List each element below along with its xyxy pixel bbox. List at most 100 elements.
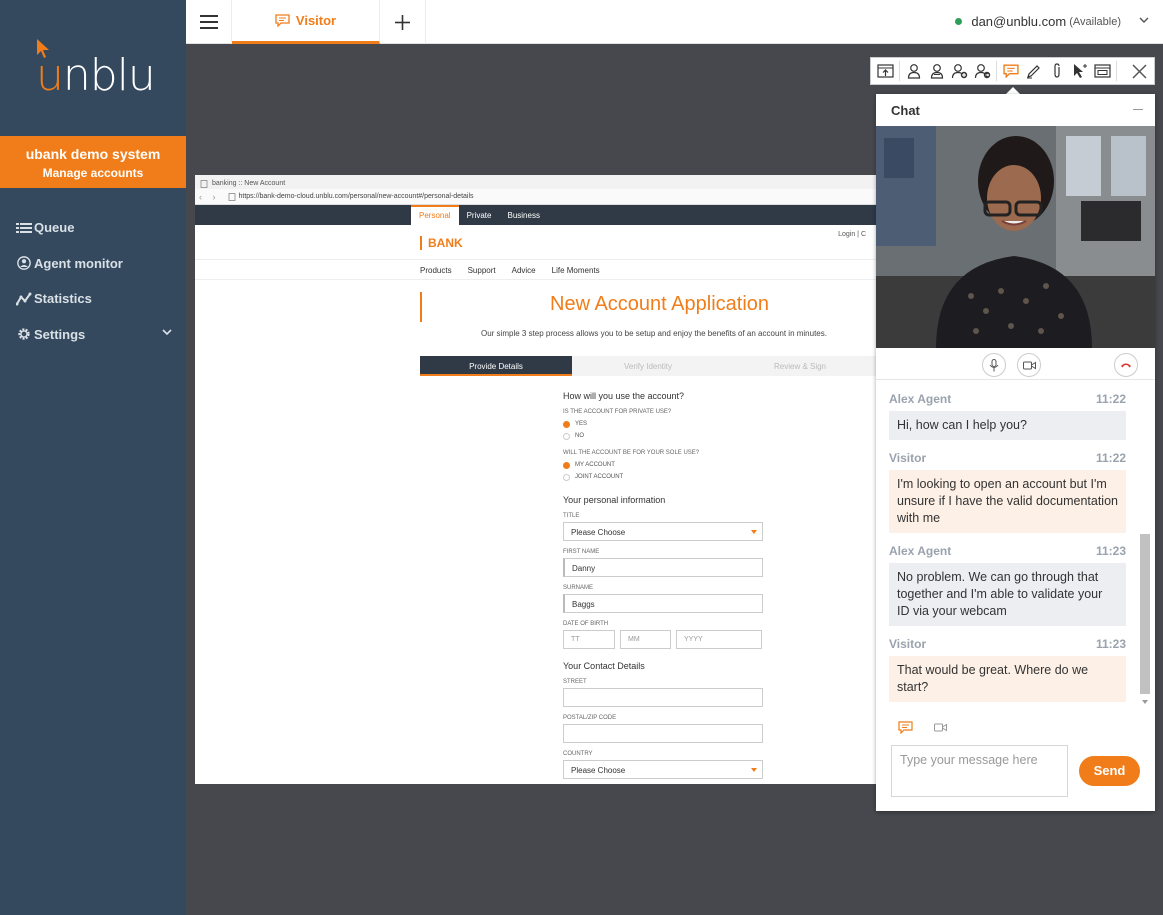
radio-joint-account[interactable]: JOINT ACCOUNT <box>563 471 763 483</box>
paperclip-icon <box>1053 63 1060 78</box>
video-camera-icon <box>1022 361 1036 369</box>
site-logo[interactable]: BANK <box>420 236 463 250</box>
step-indicator: Provide Details Verify Identity Review &… <box>420 356 876 376</box>
step-review-sign: Review & Sign <box>724 356 876 376</box>
postal-label: Postal/Zip code <box>563 715 617 721</box>
chat-toggle-button[interactable] <box>999 58 1022 84</box>
statistics-icon <box>16 292 32 306</box>
video-image <box>876 126 1155 348</box>
message-time: 11:23 <box>1095 544 1126 558</box>
browser-nav-arrows-icon: ‹ › <box>199 191 220 202</box>
site-menu-advice[interactable]: Advice <box>512 266 536 275</box>
chat-pointer <box>1006 87 1020 94</box>
hamburger-icon <box>199 15 218 29</box>
message-input[interactable]: Type your message here <box>891 745 1068 797</box>
page-intro: Our simple 3 step process allows you to … <box>481 329 827 338</box>
radio-my-account[interactable]: MY ACCOUNT <box>563 459 763 471</box>
message-text: I'm looking to open an account but I'm u… <box>889 470 1126 533</box>
dropdown-caret-icon <box>751 530 757 534</box>
country-select[interactable]: Please Choose <box>563 760 763 779</box>
user-email: dan@unblu.com <box>971 14 1067 29</box>
video-camera-icon[interactable] <box>933 723 948 732</box>
radio-yes[interactable]: YES <box>563 418 763 430</box>
gear-icon <box>18 328 30 340</box>
site-menu-life-moments[interactable]: Life Moments <box>552 266 600 275</box>
remote-control-button[interactable] <box>1068 58 1091 84</box>
share-screen-button[interactable] <box>874 58 897 84</box>
message-list: Alex Agent 11:22 Hi, how can I help you? … <box>876 382 1155 710</box>
menu-button[interactable] <box>186 0 232 44</box>
site-tab-personal[interactable]: Personal <box>411 205 459 225</box>
site-menu-support[interactable]: Support <box>468 266 496 275</box>
send-button[interactable]: Send <box>1079 756 1140 786</box>
chat-panel: Chat Alex Agent 11:22 Hi, how can I help… <box>876 94 1155 811</box>
attach-file-button[interactable] <box>1045 58 1068 84</box>
collaboration-toolbar <box>870 57 1155 85</box>
org-banner[interactable]: ubank demo system Manage accounts <box>0 136 186 188</box>
private-use-label: Is the account for private use? <box>563 409 672 415</box>
street-label: Street <box>563 679 587 685</box>
user-status[interactable]: dan@unblu.com (Available) <box>955 14 1121 29</box>
chat-scrollbar[interactable] <box>1140 534 1150 694</box>
cobrowse-view[interactable]: banking :: New Account ‹ › https://bank-… <box>195 175 876 784</box>
dob-day-field[interactable]: TT <box>563 630 615 649</box>
chevron-down-icon[interactable] <box>1139 17 1149 23</box>
compose-toolbar <box>876 713 1155 743</box>
status-dot <box>955 18 963 25</box>
person-icon <box>907 64 920 79</box>
title-select[interactable]: Please Choose <box>563 522 763 541</box>
dob-month-field[interactable]: MM <box>620 630 671 649</box>
camera-button[interactable] <box>1017 353 1041 377</box>
chat-bubble-icon <box>275 14 290 27</box>
scroll-down-icon[interactable] <box>1142 700 1148 704</box>
mute-button[interactable] <box>982 353 1006 377</box>
chat-message: Visitor 11:23 That would be great. Where … <box>889 637 1126 702</box>
screenshot-button[interactable] <box>1091 58 1114 84</box>
annotate-button[interactable] <box>1022 58 1045 84</box>
close-session-button[interactable] <box>1128 58 1151 84</box>
site-tab-private[interactable]: Private <box>459 205 500 225</box>
dob-label: Date of birth <box>563 621 609 627</box>
site-menu-products[interactable]: Products <box>420 266 452 275</box>
dob-year-field[interactable]: YYYY <box>676 630 762 649</box>
site-tab-business[interactable]: Business <box>499 205 547 225</box>
surname-field[interactable]: Baggs <box>563 594 763 613</box>
message-time: 11:22 <box>1095 451 1126 465</box>
account-form: How will you use the account? Is the acc… <box>563 391 763 784</box>
participant-button[interactable] <box>902 58 925 84</box>
video-feed <box>876 126 1155 348</box>
sidebar: unblu ubank demo system Manage accounts … <box>0 0 186 915</box>
visitor-info-button[interactable] <box>925 58 948 84</box>
step-provide-details: Provide Details <box>420 356 572 376</box>
sidebar-item-statistics[interactable]: Statistics <box>16 281 174 317</box>
pointer-icon <box>1073 64 1087 78</box>
hang-up-button[interactable] <box>1114 353 1138 377</box>
surname-label: Surname <box>563 585 594 591</box>
site-login-link[interactable]: Login | C <box>838 231 866 238</box>
first-name-label: First name <box>563 549 600 555</box>
message-text: That would be great. Where do we start? <box>889 656 1126 702</box>
org-subtitle: Manage accounts <box>42 166 144 180</box>
radio-no[interactable]: NO <box>563 430 763 442</box>
browser-title-text: banking :: New Account <box>212 180 286 187</box>
contact-heading: Your Contact Details <box>563 661 645 671</box>
street-field[interactable] <box>563 688 763 707</box>
sidebar-item-label: Settings <box>34 326 86 342</box>
sidebar-item-settings[interactable]: Settings <box>16 317 174 353</box>
tab-visitor[interactable]: Visitor <box>232 0 380 44</box>
sidebar-item-label: Queue <box>34 220 75 236</box>
minimize-icon[interactable] <box>1133 109 1143 110</box>
chat-title: Chat <box>891 103 920 118</box>
sidebar-item-queue[interactable]: Queue <box>16 210 174 246</box>
chat-bubble-icon[interactable] <box>898 721 913 734</box>
postal-field[interactable] <box>563 724 763 743</box>
add-participant-button[interactable] <box>948 58 971 84</box>
chat-bubble-icon <box>1002 64 1019 78</box>
chat-message: Visitor 11:22 I'm looking to open an acco… <box>889 451 1126 533</box>
add-person-icon <box>951 64 968 79</box>
invite-person-icon <box>974 64 991 79</box>
add-tab-button[interactable] <box>380 0 426 44</box>
invite-button[interactable] <box>971 58 994 84</box>
first-name-field[interactable]: Danny <box>563 558 763 577</box>
sidebar-item-agent-monitor[interactable]: Agent monitor <box>16 246 174 282</box>
